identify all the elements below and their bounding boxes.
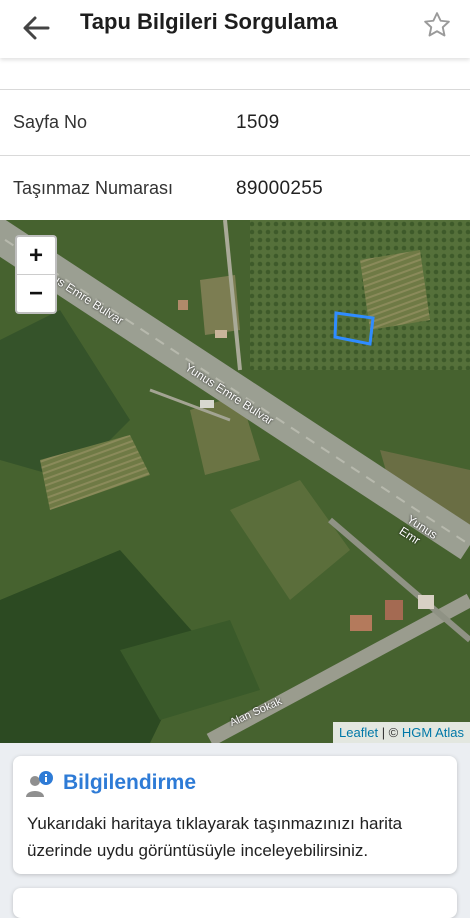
info-row-sayfa: Sayfa No 1509 [0, 90, 470, 156]
hgm-atlas-link[interactable]: HGM Atlas [402, 725, 464, 740]
page-title: Tapu Bilgileri Sorgulama [80, 9, 338, 34]
star-outline-icon [424, 12, 450, 37]
satellite-imagery [0, 220, 470, 743]
row-value: 89000255 [236, 178, 323, 199]
row-label: Sayfa No [13, 112, 88, 132]
map-attribution: Leaflet | © HGM Atlas [333, 722, 470, 743]
info-row-tasinmaz: Taşınmaz Numarası 89000255 [0, 156, 470, 222]
leaflet-link[interactable]: Leaflet [339, 725, 378, 740]
zoom-out-button[interactable]: − [17, 275, 55, 312]
back-button[interactable] [18, 10, 54, 46]
app-bar: Tapu Bilgileri Sorgulama [0, 0, 470, 58]
next-card [13, 888, 457, 918]
info-card-title: Bilgilendirme [63, 771, 197, 794]
attribution-separator: | © [378, 725, 402, 740]
zoom-control: + − [15, 235, 57, 314]
user-info-icon [26, 771, 53, 797]
info-card: Bilgilendirme Yukarıdaki haritaya tıklay… [13, 756, 457, 874]
zoom-in-button[interactable]: + [17, 237, 55, 274]
satellite-map[interactable]: Yunus Emre Bulvar Yunus Emre Bulvar Yunu… [0, 220, 470, 743]
info-card-body: Yukarıdaki haritaya tıklayarak taşınmazı… [27, 814, 403, 860]
arrow-left-icon [23, 16, 50, 40]
row-label: Taşınmaz Numarası [13, 178, 174, 198]
row-value: 1509 [236, 112, 280, 133]
favorite-button[interactable] [422, 10, 452, 40]
